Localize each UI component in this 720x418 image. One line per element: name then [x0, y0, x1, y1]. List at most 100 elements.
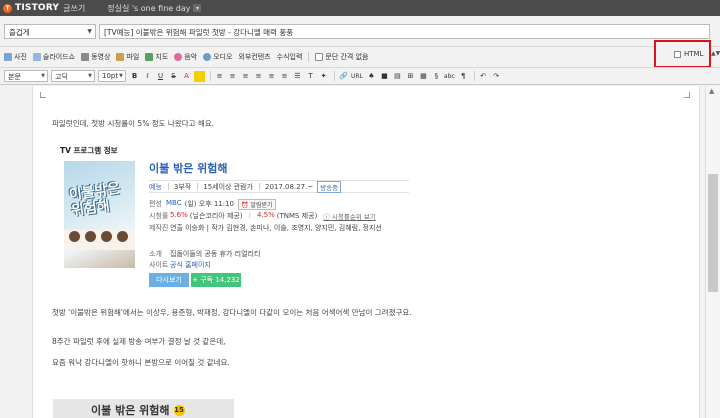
show-poster[interactable]: 이불밖은 위험해	[64, 161, 135, 268]
url-button[interactable]: URL	[351, 73, 363, 80]
scroll-up-icon[interactable]: ▲	[709, 87, 714, 95]
list-button[interactable]: ☰	[292, 71, 303, 82]
poster-person	[117, 231, 128, 242]
formula-button[interactable]: 수식입력	[277, 52, 303, 62]
box-title: 이불 밖은 위험해	[91, 404, 170, 417]
page-corner-marker	[40, 92, 46, 98]
ratings-rank-link[interactable]: ⓘ 시청률순위 보기	[323, 211, 376, 221]
indent-button[interactable]: ≡	[279, 71, 290, 82]
quote-button[interactable]: ♠	[366, 71, 377, 82]
checkbox-icon	[315, 52, 324, 61]
text-size-button[interactable]: T	[305, 71, 316, 82]
slideshow-button[interactable]: 슬라이드쇼	[32, 52, 75, 62]
show-title-box[interactable]: 이불 밖은 위험해 15	[53, 399, 234, 418]
age-15-badge: 15	[173, 404, 185, 416]
map-button[interactable]: 지도	[145, 52, 168, 62]
font-select[interactable]: 고딕 ▼	[51, 70, 95, 82]
tistory-logo-icon: T	[3, 3, 12, 13]
align-right-button[interactable]: ≡	[240, 71, 251, 82]
show-name-link[interactable]: 이불 밖은 위험해	[149, 160, 228, 176]
external-content-button[interactable]: 외부컨텐츠	[238, 52, 270, 62]
blog-name[interactable]: 정실실 's one fine day	[107, 3, 190, 14]
align-center-button[interactable]: ≡	[227, 71, 238, 82]
html-mode-toggle[interactable]: HTML	[654, 40, 711, 68]
body-paragraph[interactable]: 첫방 '이불밖은 위험해'에서는 이상우, 용준형, 박재정, 강다니엘이 다같…	[52, 307, 412, 318]
genre-link[interactable]: 예능	[149, 182, 162, 192]
text-color-button[interactable]: A	[181, 71, 192, 82]
age-rating: 15세이상 관람가	[203, 182, 254, 191]
alarm-button[interactable]: ⏰ 알림받기	[238, 199, 276, 210]
chevron-down-icon: ▼	[119, 73, 123, 79]
table-button[interactable]: ⊞	[405, 71, 416, 82]
body-paragraph[interactable]: 파일럿인데, 첫방 시청률이 5% 정도 나왔다고 해요.	[52, 118, 214, 129]
undo-button[interactable]: ↶	[478, 71, 489, 82]
toolbar-divider	[210, 71, 211, 81]
underline-button[interactable]: U	[155, 71, 166, 82]
italic-button[interactable]: I	[142, 71, 153, 82]
meta-divider	[197, 183, 199, 190]
clock-icon: ⏰	[241, 202, 249, 209]
spellcheck-button[interactable]: abc	[444, 73, 455, 80]
tistory-logo[interactable]: TISTORY	[15, 3, 59, 13]
title-row: 즐겁게 ▼ [TV예능] 이불밖은 위험해 파일럿 첫방 - 강다니엘 매력 풍…	[0, 16, 720, 46]
blog-dropdown-icon[interactable]: ▾	[193, 4, 202, 12]
strikethrough-button[interactable]: S	[168, 71, 179, 82]
crew-row: 제작진 연출 이승화 | 작가 김현경, 손미나, 이솔, 조영지, 양지민, …	[149, 223, 409, 234]
music-button[interactable]: 음악	[174, 52, 197, 62]
body-paragraph[interactable]: 8주간 파일럿 후에 실제 방송 여부가 결정 날 것 같은데,	[52, 336, 226, 347]
subscribe-button[interactable]: + 구독 14,232	[191, 273, 241, 287]
no-paragraph-spacing-toggle[interactable]: 문단 간격 없음	[315, 52, 368, 62]
rating-source-2: (TNMS 제공)	[276, 212, 318, 220]
rewatch-button[interactable]: 다시보기	[149, 273, 189, 287]
meta-divider	[259, 183, 261, 190]
map-icon	[145, 52, 154, 61]
link-icon[interactable]: 🔗	[338, 71, 349, 82]
vertical-scrollbar[interactable]: ▲	[705, 86, 720, 418]
intro-row: 소개 집돌이들의 공동 휴가 리얼리티	[149, 249, 260, 259]
toolbar-divider	[473, 71, 475, 81]
ratings-divider: |	[248, 211, 251, 219]
chevron-down-icon: ▼	[41, 73, 45, 79]
page-corner-marker	[684, 92, 690, 98]
line-height-button[interactable]: ≡	[266, 71, 277, 82]
paragraph-mark-button[interactable]: ¶	[458, 71, 469, 82]
body-paragraph[interactable]: 요즘 워낙 강다니엘이 핫하니 본방으로 이어질 것 같네요.	[52, 357, 230, 368]
poster-title: 이불밖은 위험해	[68, 180, 122, 220]
more-table-button[interactable]: ▦	[418, 71, 429, 82]
audio-button[interactable]: 오디오	[203, 52, 232, 62]
align-justify-button[interactable]: ≡	[253, 71, 264, 82]
crew-key: 제작진	[149, 224, 169, 232]
highlight-color-button[interactable]	[194, 70, 205, 82]
meta-divider	[167, 183, 169, 190]
divider-button[interactable]: ▤	[392, 71, 403, 82]
toolbar-divider	[334, 71, 335, 81]
show-meta: 예능 3부작 15세이상 관람가 2017.08.27.~ 방송중	[149, 180, 409, 193]
tv-info-title: TV 프로그램 정보	[60, 146, 118, 155]
paragraph-style-select[interactable]: 본문 ▼	[4, 70, 48, 82]
toolbar-scroll-icon[interactable]: ▲▼	[711, 50, 720, 57]
html-label: HTML	[684, 50, 704, 58]
video-icon	[81, 52, 90, 61]
align-left-button[interactable]: ≡	[214, 71, 225, 82]
photo-button[interactable]: 사진	[4, 52, 27, 62]
poster-person	[85, 231, 96, 242]
bold-button[interactable]: B	[129, 71, 140, 82]
file-button[interactable]: 파일	[116, 52, 139, 62]
video-button[interactable]: 동영상	[81, 52, 110, 62]
font-size-select[interactable]: 10pt ▼	[98, 70, 126, 82]
schedule-row: 편성 MBC (일) 오후 11:10 ⏰ 알림받기	[149, 199, 276, 210]
episode-count: 3부작	[173, 182, 192, 191]
toolbar-divider	[308, 51, 310, 62]
scroll-thumb[interactable]	[708, 174, 718, 292]
official-site-link[interactable]: 공식 홈페이지	[170, 260, 211, 270]
category-select[interactable]: 즐겁게 ▼	[4, 24, 96, 39]
site-row: 사이트 공식 홈페이지	[149, 260, 211, 270]
intro-key: 소개	[149, 250, 162, 258]
post-title-input[interactable]: [TV예능] 이불밖은 위험해 파일럿 첫방 - 강다니엘 매력 풍풍	[99, 24, 710, 39]
sticker-button[interactable]: ✦	[318, 71, 329, 82]
redo-button[interactable]: ↷	[491, 71, 502, 82]
special-char-button[interactable]: §	[431, 71, 442, 82]
box-button[interactable]: ■	[379, 71, 390, 82]
channel-link[interactable]: MBC	[166, 199, 182, 210]
html-checkbox[interactable]	[674, 50, 681, 58]
